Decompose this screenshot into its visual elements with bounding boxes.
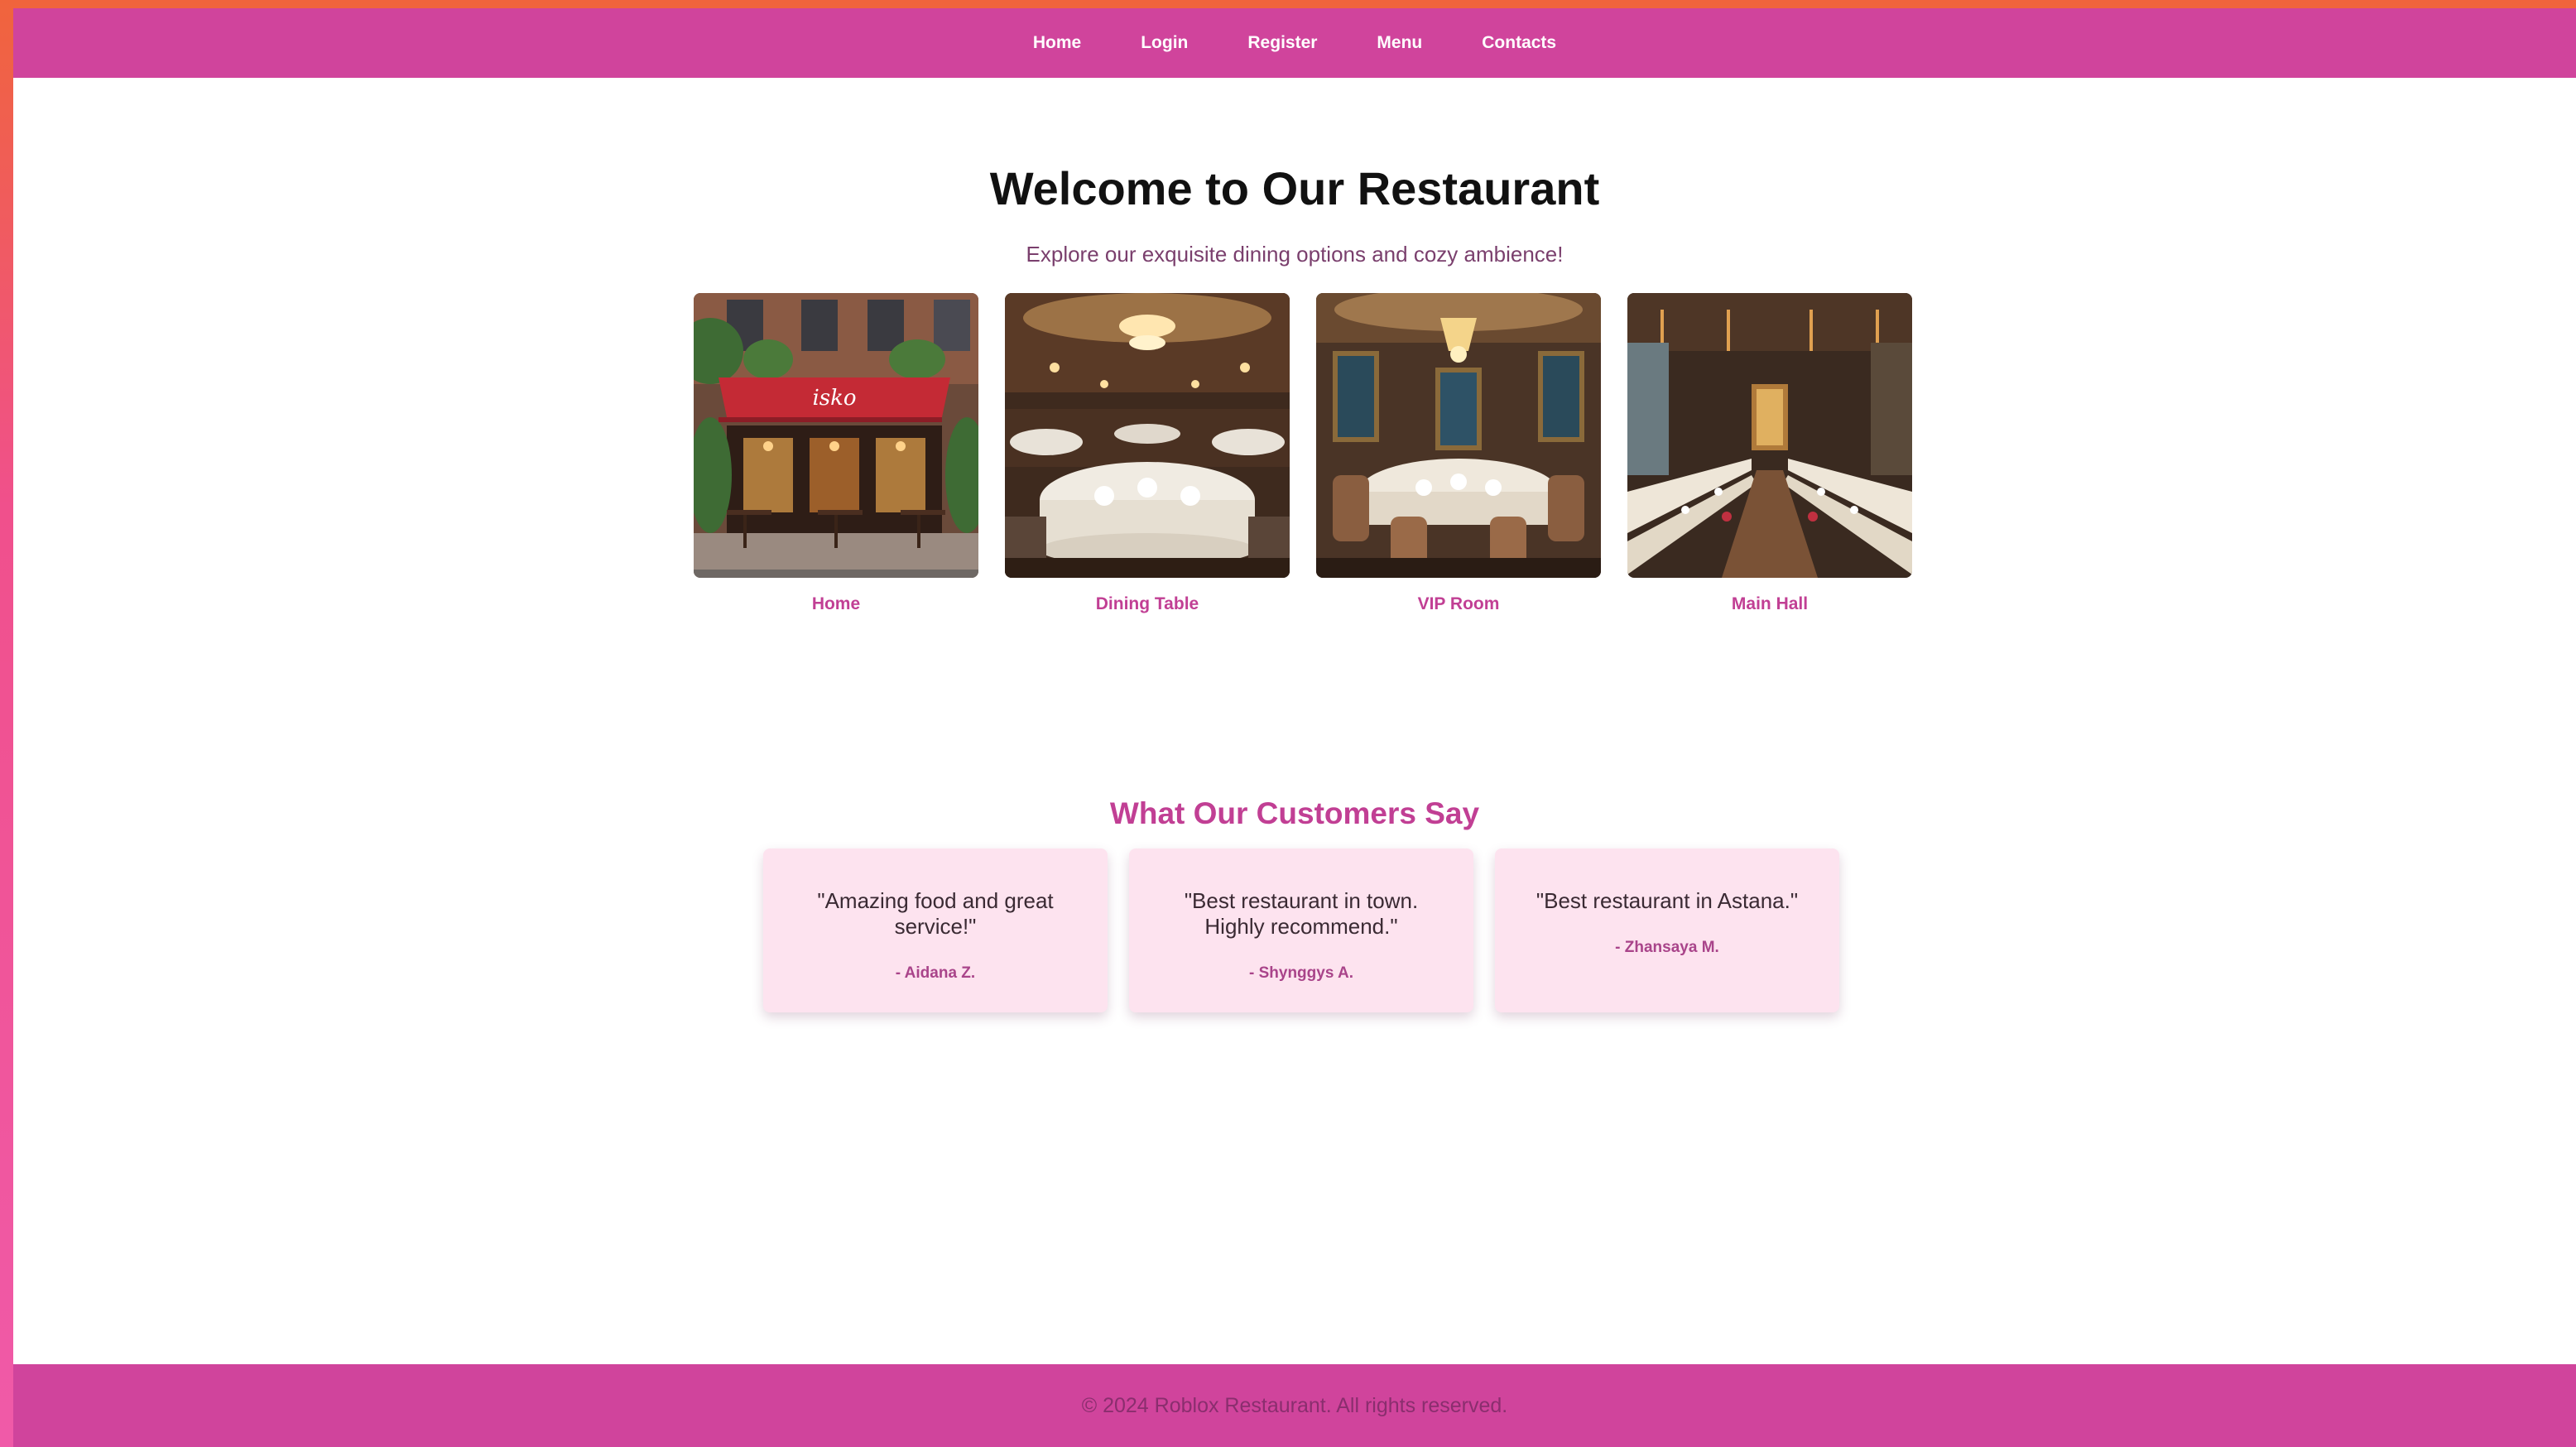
nav-contacts-link[interactable]: Contacts [1482,33,1556,53]
vip-room-photo [1316,293,1601,578]
testimonials-list: "Amazing food and great service!" - Aida… [763,848,1849,1022]
gallery-card-main-hall[interactable]: Main Hall [1627,293,1912,614]
testimonial-author: - Shynggys A. [1249,964,1353,982]
storefront-image: isko [694,293,978,578]
gallery-card-dining-table[interactable]: Dining Table [1005,293,1290,614]
testimonial-card: "Amazing food and great service!" - Aida… [763,848,1108,1012]
testimonial-quote: "Best restaurant in Astana." [1536,888,1799,913]
gallery-caption-main-hall: Main Hall [1731,594,1809,613]
testimonial-author: - Zhansaya M. [1615,939,1719,956]
vip-room-image [1316,293,1601,578]
page-subtitle: Explore our exquisite dining options and… [1026,242,1564,267]
storefront-sign: isko [812,386,856,411]
testimonial-card: "Best restaurant in Astana." - Zhansaya … [1495,848,1839,1012]
page-footer: © 2024 Roblox Restaurant. All rights res… [13,1364,2576,1447]
main-hall-image [1627,293,1912,578]
page-title: Welcome to Our Restaurant [989,162,1600,214]
testimonial-author: - Aidana Z. [895,964,976,982]
restaurant-storefront-photo: isko [694,293,978,578]
nav-menu-link[interactable]: Menu [1377,33,1422,53]
nav-home-link[interactable]: Home [1033,33,1081,53]
testimonial-quote: "Best restaurant in town. Highly recomme… [1184,888,1419,939]
gallery: isko Home Dining Table VIP Room Main Hal… [694,293,1919,641]
testimonials-title: What Our Customers Say [1109,796,1480,830]
gallery-card-vip-room[interactable]: VIP Room [1316,293,1601,614]
gallery-caption-dining-table: Dining Table [1095,594,1199,613]
footer-copyright: © 2024 Roblox Restaurant. All rights res… [1081,1393,1508,1417]
nav-login-link[interactable]: Login [1141,33,1188,53]
gallery-card-home[interactable]: isko Home [694,293,978,614]
main-hall-photo [1627,293,1912,578]
testimonial-quote: "Amazing food and great service!" [817,888,1054,939]
nav-register-link[interactable]: Register [1247,33,1317,53]
page-frame: Home Login Register Menu Contacts Welcom… [13,8,2576,1447]
testimonial-card: "Best restaurant in town. Highly recomme… [1129,848,1473,1012]
top-nav: Home Login Register Menu Contacts [13,8,2576,78]
dining-table-photo [1005,293,1290,578]
gallery-caption-vip-room: VIP Room [1417,594,1500,613]
gallery-caption-home: Home [811,594,861,613]
dining-table-image [1005,293,1290,578]
